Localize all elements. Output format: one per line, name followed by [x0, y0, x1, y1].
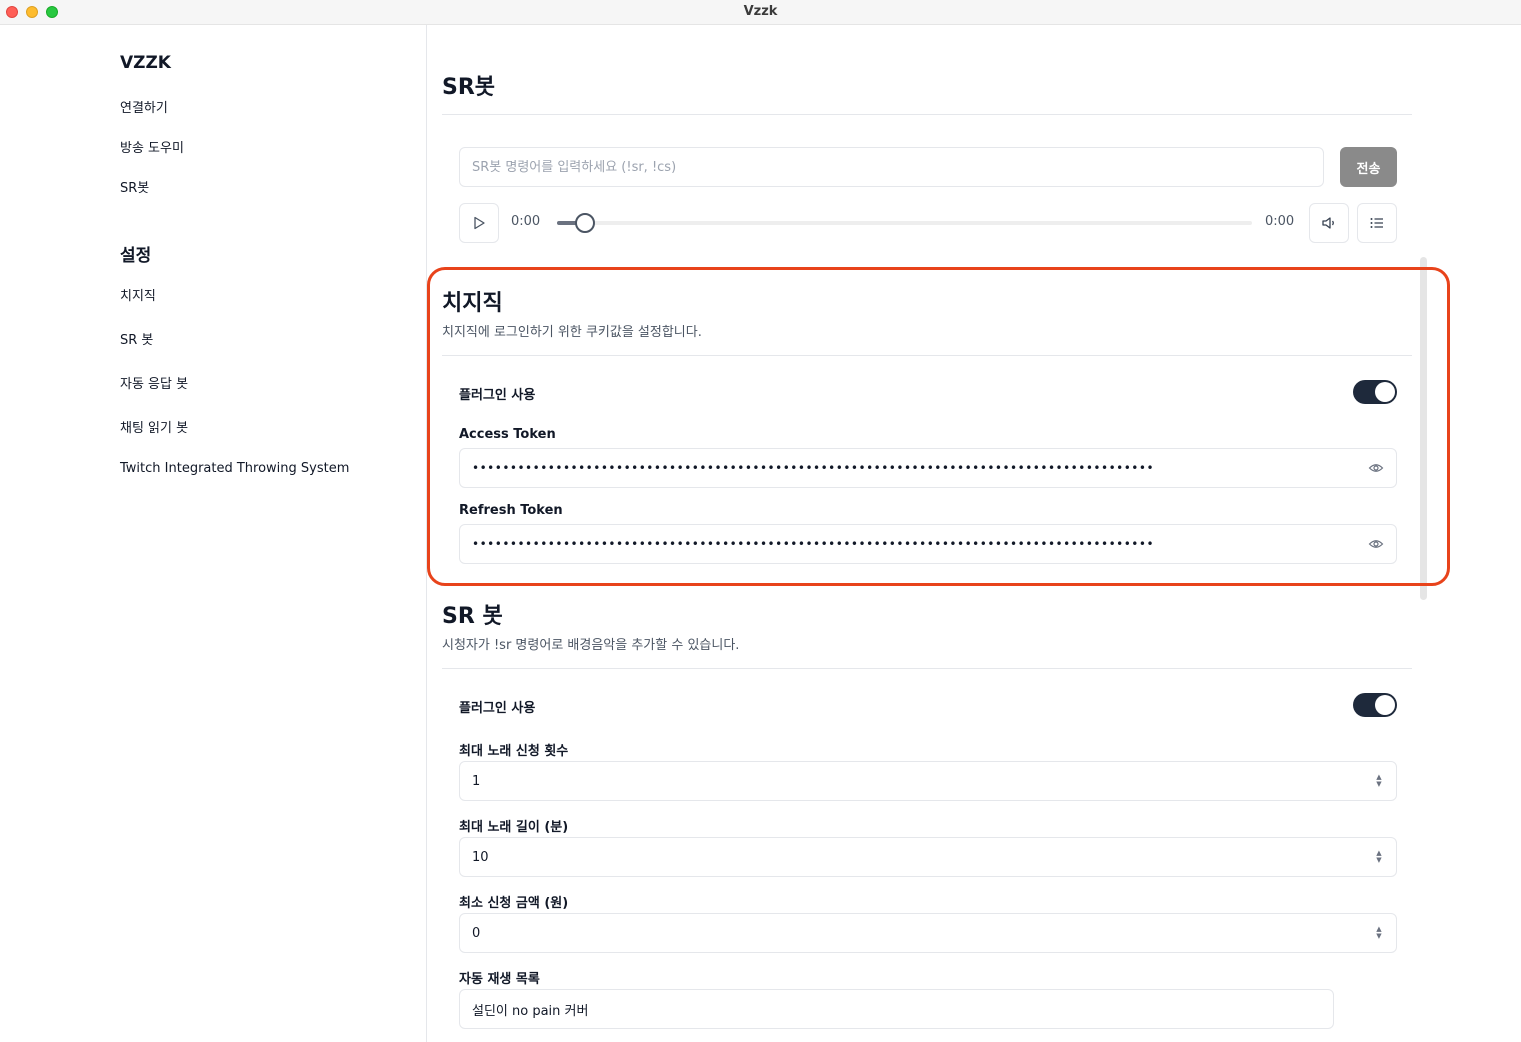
- play-button[interactable]: [459, 203, 499, 243]
- autoplay-playlist-input[interactable]: 설딘이 no pain 커버: [459, 989, 1334, 1029]
- send-button[interactable]: 전송: [1340, 147, 1397, 187]
- playlist-button[interactable]: [1357, 203, 1397, 243]
- divider: [442, 668, 1412, 669]
- page-title: SR봇: [442, 75, 496, 100]
- window-title: Vzzk: [743, 4, 778, 19]
- autoplay-label: 자동 재생 목록: [459, 972, 540, 987]
- chzzk-plugin-toggle[interactable]: [1353, 380, 1397, 404]
- divider: [442, 114, 1412, 115]
- divider: [442, 355, 1412, 356]
- stepper-icon[interactable]: ▲ ▼: [1374, 774, 1384, 788]
- sidebar-item-broadcast-helper[interactable]: 방송 도우미: [120, 137, 184, 156]
- duration: 0:00: [1265, 214, 1295, 229]
- access-token-field[interactable]: ••••••••••••••••••••••••••••••••••••••••…: [459, 448, 1397, 488]
- min-amount-input[interactable]: 0 ▲ ▼: [459, 913, 1397, 953]
- sidebar-item-auto-reply-bot[interactable]: 자동 응답 봇: [120, 373, 188, 392]
- chzzk-section-title: 치지직: [442, 291, 503, 316]
- stepper-icon[interactable]: ▲ ▼: [1374, 850, 1384, 864]
- min-amount-value: 0: [472, 925, 481, 941]
- max-requests-input[interactable]: 1 ▲ ▼: [459, 761, 1397, 801]
- max-requests-label: 최대 노래 신청 횟수: [459, 744, 569, 759]
- play-icon: [474, 216, 485, 230]
- seek-slider[interactable]: [557, 213, 1252, 233]
- seek-thumb[interactable]: [574, 213, 595, 233]
- sr-section-title: SR 봇: [442, 604, 503, 629]
- sidebar: VZZK 연결하기 방송 도우미 SR봇 설정 치지직 SR 봇 자동 응답 봇…: [0, 25, 427, 1042]
- settings-heading: 설정: [120, 246, 152, 266]
- sidebar-item-twitch-throwing-system[interactable]: Twitch Integrated Throwing System: [120, 461, 349, 476]
- chzzk-section-description: 치지직에 로그인하기 위한 쿠키값을 설정합니다.: [442, 325, 702, 340]
- eye-icon[interactable]: [1368, 536, 1384, 552]
- current-time: 0:00: [511, 214, 541, 229]
- eye-icon[interactable]: [1368, 460, 1384, 476]
- title-bar: Vzzk: [0, 0, 1521, 25]
- sr-plugin-label: 플러그인 사용: [459, 701, 536, 716]
- sr-plugin-toggle[interactable]: [1353, 693, 1397, 717]
- main-content: SR봇 전송 0:00 0:00 치지직 치지직에 로그인하기 위한 쿠키값을 …: [427, 25, 1521, 1042]
- scrollbar[interactable]: [1420, 257, 1427, 600]
- sidebar-item-sr-bot[interactable]: SR봇: [120, 177, 149, 196]
- sidebar-item-chzzk[interactable]: 치지직: [120, 285, 156, 304]
- sr-section-description: 시청자가 !sr 명령어로 배경음악을 추가할 수 있습니다.: [442, 638, 740, 653]
- sidebar-item-connect[interactable]: 연결하기: [120, 97, 168, 116]
- min-amount-label: 최소 신청 금액 (원): [459, 896, 569, 911]
- max-length-value: 10: [472, 849, 489, 865]
- refresh-token-value: ••••••••••••••••••••••••••••••••••••••••…: [472, 537, 1155, 551]
- max-requests-value: 1: [472, 773, 481, 789]
- sidebar-item-sr-bot-settings[interactable]: SR 봇: [120, 329, 153, 348]
- refresh-token-label: Refresh Token: [459, 503, 563, 518]
- sr-command-input[interactable]: [459, 147, 1324, 187]
- chzzk-plugin-label: 플러그인 사용: [459, 388, 536, 403]
- access-token-label: Access Token: [459, 427, 556, 442]
- stepper-icon[interactable]: ▲ ▼: [1374, 926, 1384, 940]
- volume-icon: [1322, 217, 1334, 229]
- sidebar-item-chat-reader-bot[interactable]: 채팅 읽기 봇: [120, 417, 188, 436]
- autoplay-playlist-value: 설딘이 no pain 커버: [472, 1003, 589, 1019]
- toggle-knob: [1375, 382, 1395, 402]
- max-length-label: 최대 노래 길이 (분): [459, 820, 569, 835]
- max-length-input[interactable]: 10 ▲ ▼: [459, 837, 1397, 877]
- access-token-value: ••••••••••••••••••••••••••••••••••••••••…: [472, 461, 1155, 475]
- volume-button[interactable]: [1309, 203, 1349, 243]
- refresh-token-field[interactable]: ••••••••••••••••••••••••••••••••••••••••…: [459, 524, 1397, 564]
- toggle-knob: [1375, 695, 1395, 715]
- playlist-icon: [1370, 218, 1383, 228]
- app-brand: VZZK: [120, 53, 171, 73]
